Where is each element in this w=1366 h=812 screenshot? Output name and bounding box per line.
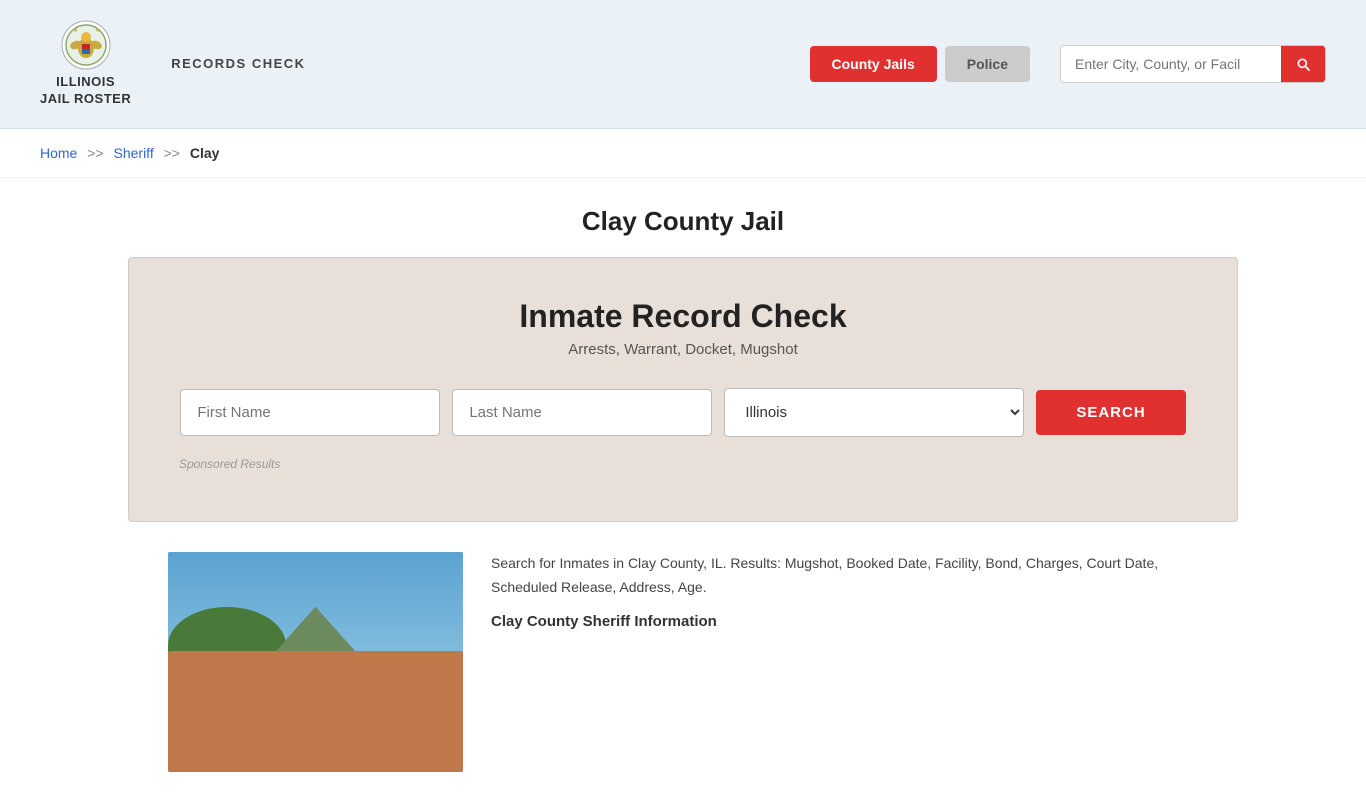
- breadcrumb-home[interactable]: Home: [40, 145, 77, 161]
- search-submit-button[interactable]: SEARCH: [1036, 390, 1185, 435]
- breadcrumb-sep2: >>: [164, 145, 180, 161]
- page-title-section: Clay County Jail: [0, 178, 1366, 257]
- inmate-search-form: Illinois Alabama Alaska Arizona Arkansas…: [179, 388, 1187, 437]
- header-search-button[interactable]: [1281, 46, 1325, 82]
- breadcrumb-sheriff[interactable]: Sheriff: [114, 145, 154, 161]
- image-building: [168, 651, 463, 772]
- logo-text: ILLINOIS JAIL ROSTER: [40, 74, 131, 108]
- state-seal-icon: ★ ★: [61, 20, 111, 70]
- breadcrumb-sep1: >>: [87, 145, 103, 161]
- sheriff-section-heading: Clay County Sheriff Information: [491, 609, 1198, 635]
- police-button[interactable]: Police: [945, 46, 1030, 82]
- svg-text:★: ★: [95, 27, 100, 34]
- breadcrumb-current: Clay: [190, 145, 220, 161]
- page-title: Clay County Jail: [40, 206, 1326, 237]
- header-search-input[interactable]: [1061, 46, 1281, 82]
- header: ★ ★ ILLINOIS JAIL ROSTER RECORDS CHECK C…: [0, 0, 1366, 129]
- county-jails-button[interactable]: County Jails: [810, 46, 937, 82]
- last-name-input[interactable]: [452, 389, 712, 436]
- header-search-bar: [1060, 45, 1326, 83]
- record-check-box: Inmate Record Check Arrests, Warrant, Do…: [128, 257, 1238, 522]
- records-check-label: RECORDS CHECK: [171, 56, 305, 71]
- nav-buttons: County Jails Police: [810, 46, 1031, 82]
- svg-text:★: ★: [73, 27, 78, 34]
- state-select[interactable]: Illinois Alabama Alaska Arizona Arkansas…: [724, 388, 1024, 437]
- record-check-subtitle: Arrests, Warrant, Docket, Mugshot: [179, 341, 1187, 358]
- logo-link[interactable]: ★ ★ ILLINOIS JAIL ROSTER: [40, 20, 131, 108]
- search-icon: [1295, 56, 1311, 72]
- courthouse-image: [168, 552, 463, 772]
- first-name-input[interactable]: [180, 389, 440, 436]
- content-section: Search for Inmates in Clay County, IL. R…: [128, 552, 1238, 812]
- record-check-heading: Inmate Record Check: [179, 298, 1187, 335]
- content-text: Search for Inmates in Clay County, IL. R…: [491, 552, 1198, 645]
- sponsored-results-label: Sponsored Results: [179, 457, 1187, 471]
- content-description: Search for Inmates in Clay County, IL. R…: [491, 552, 1198, 600]
- breadcrumb: Home >> Sheriff >> Clay: [40, 145, 1326, 161]
- breadcrumb-bar: Home >> Sheriff >> Clay: [0, 129, 1366, 178]
